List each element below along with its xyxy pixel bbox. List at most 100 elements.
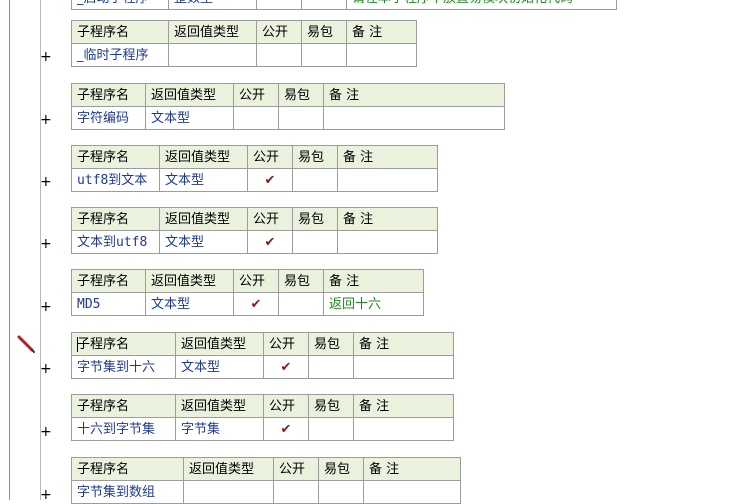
return-type-cell[interactable]: 文本型: [159, 168, 248, 192]
expand-toggle[interactable]: +: [40, 236, 52, 252]
header-note: 备 注: [323, 83, 505, 107]
public-cell[interactable]: [273, 480, 319, 504]
table-header-row: 子程序名 返回值类型 公开 易包 备 注: [71, 332, 454, 356]
easy-package-cell[interactable]: [318, 480, 364, 504]
public-check-cell[interactable]: ✔: [247, 168, 293, 192]
sub-name-cell[interactable]: 字节集到十六: [71, 355, 176, 379]
sub-name-cell[interactable]: _临时子程序: [71, 43, 169, 67]
table-row: 文本到utf8 文本型 ✔: [71, 230, 438, 254]
table-row: _启动子程序 整数型 请在本子程序中放置易模块初始化代码: [71, 0, 617, 10]
table-row: utf8到文本 文本型 ✔: [71, 168, 438, 192]
header-note: 备 注: [323, 269, 424, 293]
easy-package-cell[interactable]: [301, 0, 347, 10]
header-easy-package: 易包: [301, 20, 347, 44]
header-return-type: 返回值类型: [145, 269, 234, 293]
header-public: 公开: [263, 332, 309, 356]
editor-gutter: [0, 0, 41, 500]
public-check-cell[interactable]: ✔: [263, 355, 309, 379]
public-cell[interactable]: [256, 43, 302, 67]
easy-package-cell[interactable]: [292, 168, 338, 192]
sub-name-cell[interactable]: 字符编码: [71, 106, 146, 130]
table-header-row: 子程序名 返回值类型 公开 易包 备 注: [71, 20, 417, 44]
expand-toggle[interactable]: +: [40, 49, 52, 65]
sub-table-hex-to-bytes: 子程序名 返回值类型 公开 易包 备 注 十六到字节集 字节集 ✔: [71, 394, 454, 441]
expand-toggle[interactable]: +: [40, 112, 52, 128]
return-type-cell[interactable]: 字节集: [175, 417, 264, 441]
note-cell[interactable]: [353, 355, 454, 379]
note-cell[interactable]: 返回十六: [323, 292, 424, 316]
header-easy-package: 易包: [318, 457, 364, 481]
header-sub-name: 子程序名: [71, 20, 169, 44]
expand-toggle[interactable]: +: [40, 424, 52, 440]
sub-name-cell[interactable]: MD5: [71, 292, 146, 316]
table-header-row: 子程序名 返回值类型 公开 易包 备 注: [71, 207, 438, 231]
header-sub-name: 子程序名: [71, 457, 184, 481]
header-public: 公开: [247, 207, 293, 231]
sub-table-bytes-to-hex: 子程序名 返回值类型 公开 易包 备 注 字节集到十六 文本型 ✔: [71, 332, 454, 379]
easy-package-cell[interactable]: [292, 230, 338, 254]
note-cell[interactable]: [323, 106, 505, 130]
table-header-row: 子程序名 返回值类型 公开 易包 备 注: [71, 394, 454, 418]
header-easy-package: 易包: [292, 145, 338, 169]
header-note: 备 注: [353, 332, 454, 356]
note-cell[interactable]: [353, 417, 454, 441]
note-cell[interactable]: [337, 168, 438, 192]
sub-table-md5: 子程序名 返回值类型 公开 易包 备 注 MD5 文本型 ✔ 返回十六: [71, 269, 424, 316]
return-type-cell[interactable]: [183, 480, 274, 504]
note-cell[interactable]: [337, 230, 438, 254]
expand-toggle[interactable]: +: [40, 361, 52, 377]
table-row: 字节集到数组: [71, 480, 461, 504]
header-return-type: 返回值类型: [145, 83, 234, 107]
table-header-row: 子程序名 返回值类型 公开 易包 备 注: [71, 269, 424, 293]
header-public: 公开: [247, 145, 293, 169]
header-sub-name: 子程序名: [71, 332, 176, 356]
sub-table-bytes-to-array: 子程序名 返回值类型 公开 易包 备 注 字节集到数组: [71, 457, 461, 504]
return-type-cell[interactable]: 文本型: [145, 106, 234, 130]
table-header-row: 子程序名 返回值类型 公开 易包 备 注: [71, 457, 461, 481]
header-note: 备 注: [363, 457, 461, 481]
sub-name-cell[interactable]: 字节集到数组: [71, 480, 184, 504]
return-type-cell[interactable]: 文本型: [145, 292, 234, 316]
header-sub-name-text: 子程序名: [77, 336, 130, 352]
header-note: 备 注: [337, 207, 438, 231]
header-note: 备 注: [337, 145, 438, 169]
header-sub-name: 子程序名: [71, 207, 160, 231]
return-type-cell[interactable]: 文本型: [159, 230, 248, 254]
header-easy-package: 易包: [278, 269, 324, 293]
public-check-cell[interactable]: ✔: [247, 230, 293, 254]
note-cell[interactable]: [346, 43, 417, 67]
expand-toggle[interactable]: +: [40, 487, 52, 503]
header-note: 备 注: [346, 20, 417, 44]
header-public: 公开: [273, 457, 319, 481]
sub-table-utf8-to-text: 子程序名 返回值类型 公开 易包 备 注 utf8到文本 文本型 ✔: [71, 145, 438, 192]
sub-name-cell[interactable]: 十六到字节集: [71, 417, 176, 441]
return-type-cell[interactable]: 整数型: [168, 0, 257, 10]
public-check-cell[interactable]: ✔: [263, 417, 309, 441]
sub-table-temp: 子程序名 返回值类型 公开 易包 备 注 _临时子程序: [71, 20, 417, 67]
table-row: 字节集到十六 文本型 ✔: [71, 355, 454, 379]
header-return-type: 返回值类型: [175, 332, 264, 356]
sub-name-cell[interactable]: utf8到文本: [71, 168, 160, 192]
public-check-cell[interactable]: ✔: [233, 292, 279, 316]
public-cell[interactable]: [256, 0, 302, 10]
return-type-cell[interactable]: 文本型: [175, 355, 264, 379]
easy-package-cell[interactable]: [278, 106, 324, 130]
header-public: 公开: [233, 269, 279, 293]
note-cell[interactable]: 请在本子程序中放置易模块初始化代码: [346, 0, 617, 10]
public-cell[interactable]: [233, 106, 279, 130]
sub-table-text-to-utf8: 子程序名 返回值类型 公开 易包 备 注 文本到utf8 文本型 ✔: [71, 207, 438, 254]
pencil-edit-icon: [17, 335, 35, 353]
easy-package-cell[interactable]: [308, 355, 354, 379]
easy-package-cell[interactable]: [308, 417, 354, 441]
table-row: 十六到字节集 字节集 ✔: [71, 417, 454, 441]
expand-toggle[interactable]: +: [40, 299, 52, 315]
header-sub-name: 子程序名: [71, 394, 176, 418]
note-cell[interactable]: [363, 480, 461, 504]
return-type-cell[interactable]: [168, 43, 257, 67]
easy-package-cell[interactable]: [278, 292, 324, 316]
header-return-type: 返回值类型: [159, 207, 248, 231]
easy-package-cell[interactable]: [301, 43, 347, 67]
expand-toggle[interactable]: +: [40, 174, 52, 190]
sub-name-cell[interactable]: _启动子程序: [71, 0, 169, 10]
sub-name-cell[interactable]: 文本到utf8: [71, 230, 160, 254]
